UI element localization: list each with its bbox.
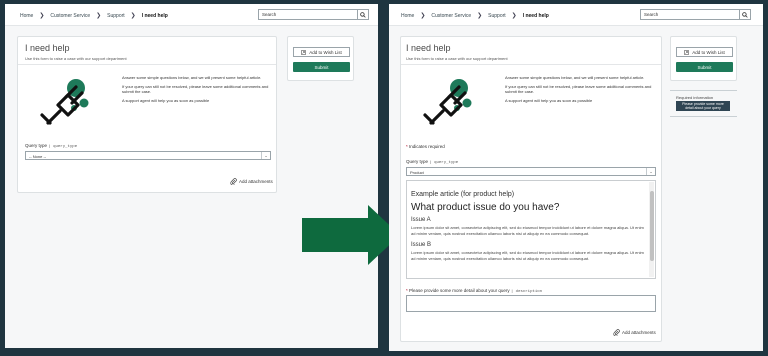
detail-label: * Please provide some more detail about … bbox=[406, 288, 542, 294]
intro-text: Answer some simple questions below, and … bbox=[505, 75, 657, 106]
article-scrollbar-thumb[interactable] bbox=[650, 191, 654, 261]
submit-button[interactable]: Submit bbox=[676, 62, 733, 72]
intro-paragraph: Answer some simple questions below, and … bbox=[122, 75, 262, 80]
breadcrumb-customer-service[interactable]: Customer Service bbox=[431, 13, 471, 19]
search-input[interactable]: Search bbox=[640, 9, 740, 20]
query-type-label: Query type | query_type bbox=[406, 159, 458, 165]
screen-after: Home ❯ Customer Service ❯ Support ❯ I ne… bbox=[389, 4, 763, 351]
page-subtitle: Use this form to raise a case with our s… bbox=[406, 56, 508, 61]
screen-before: Home ❯ Customer Service ❯ Support ❯ I ne… bbox=[5, 4, 378, 348]
add-to-wishlist-label: Add to Wish List bbox=[692, 49, 725, 55]
query-type-variable: | query_type bbox=[48, 145, 78, 149]
article-content: Example article (for product help) What … bbox=[411, 191, 645, 267]
chevron-right-icon: ❯ bbox=[96, 13, 102, 19]
breadcrumb-home[interactable]: Home bbox=[20, 13, 33, 19]
top-bar: Home ❯ Customer Service ❯ Support ❯ I ne… bbox=[5, 4, 378, 26]
required-note: * Indicates required bbox=[406, 144, 445, 149]
page-title: I need help bbox=[25, 43, 70, 53]
add-to-wishlist-label: Add to Wish List bbox=[309, 49, 342, 55]
sidebar-card: Add to Wish List Submit bbox=[287, 36, 354, 81]
breadcrumb: Home ❯ Customer Service ❯ Support ❯ I ne… bbox=[20, 12, 168, 20]
required-asterisk: * bbox=[406, 288, 408, 293]
chevron-right-icon: ❯ bbox=[511, 13, 517, 19]
required-info-title: Required information bbox=[676, 95, 714, 100]
search-icon bbox=[742, 11, 748, 18]
wishlist-icon bbox=[684, 49, 689, 55]
breadcrumb-home[interactable]: Home bbox=[401, 13, 414, 19]
chevron-down-icon: ⌄ bbox=[261, 152, 270, 159]
breadcrumb: Home ❯ Customer Service ❯ Support ❯ I ne… bbox=[401, 12, 549, 20]
detail-label-text: Please provide some more detail about yo… bbox=[409, 288, 510, 293]
search-button[interactable] bbox=[739, 9, 751, 20]
required-asterisk: * bbox=[406, 144, 408, 149]
intro-paragraph: Answer some simple questions below, and … bbox=[505, 75, 645, 80]
divider bbox=[18, 64, 276, 65]
breadcrumb-current: I need help bbox=[141, 12, 168, 19]
breadcrumb-support[interactable]: Support bbox=[488, 13, 506, 19]
intro-text: Answer some simple questions below, and … bbox=[122, 75, 272, 106]
breadcrumb-support[interactable]: Support bbox=[107, 13, 125, 19]
article-title: What product issue do you have? bbox=[411, 202, 560, 213]
paperclip-icon bbox=[613, 329, 620, 336]
add-attachments-link[interactable]: Add attachments bbox=[613, 329, 656, 336]
intro-paragraph: If your query can still not be resolved,… bbox=[122, 83, 269, 95]
chevron-right-icon: ❯ bbox=[39, 13, 45, 19]
add-attachments-label: Add attachments bbox=[239, 179, 273, 184]
add-attachments-link[interactable]: Add attachments bbox=[230, 178, 273, 185]
chevron-right-icon: ❯ bbox=[420, 13, 426, 19]
query-type-value: Product bbox=[410, 170, 424, 175]
detail-textarea[interactable] bbox=[406, 295, 656, 312]
query-type-value: -- None -- bbox=[29, 154, 47, 159]
query-type-variable-name: query_type bbox=[53, 145, 78, 149]
intro-paragraph: If your query can still not be resolved,… bbox=[505, 83, 652, 95]
page-subtitle: Use this form to raise a case with our s… bbox=[25, 56, 127, 61]
query-type-select[interactable]: Product ⌄ bbox=[406, 167, 656, 176]
plug-illustration bbox=[40, 79, 89, 125]
divider bbox=[670, 90, 737, 91]
form-card: I need help Use this form to raise a cas… bbox=[17, 36, 277, 193]
query-type-variable: | query_type bbox=[429, 161, 459, 165]
article-section-body: Lorem ipsum dolor sit amet, consectetur … bbox=[411, 225, 644, 236]
search-input[interactable]: Search bbox=[258, 9, 358, 20]
article-heading: Example article (for product help) bbox=[411, 191, 515, 198]
add-to-wishlist-button[interactable]: Add to Wish List bbox=[676, 47, 733, 57]
detail-variable: | description bbox=[510, 290, 543, 294]
search-button[interactable] bbox=[357, 9, 369, 20]
arrow-right-icon bbox=[302, 205, 400, 265]
chevron-right-icon: ❯ bbox=[477, 13, 483, 19]
plug-illustration bbox=[423, 79, 472, 125]
add-to-wishlist-button[interactable]: Add to Wish List bbox=[293, 47, 350, 57]
help-article: Example article (for product help) What … bbox=[406, 180, 656, 279]
query-type-label: Query type | query_type bbox=[25, 143, 77, 149]
query-type-variable-name: query_type bbox=[434, 161, 459, 165]
sidebar-card: Add to Wish List Submit bbox=[670, 36, 737, 81]
chevron-down-icon: ⌄ bbox=[646, 168, 655, 175]
breadcrumb-current: I need help bbox=[522, 12, 549, 19]
chevron-right-icon: ❯ bbox=[130, 13, 136, 19]
page-title: I need help bbox=[406, 43, 451, 53]
add-attachments-label: Add attachments bbox=[622, 330, 656, 335]
search-icon bbox=[360, 11, 366, 18]
intro-paragraph: A support agent will help you as soon as… bbox=[505, 97, 593, 103]
required-info-badge[interactable]: Please provide some more detail about yo… bbox=[676, 101, 730, 111]
paperclip-icon bbox=[230, 178, 237, 185]
form-card: I need help Use this form to raise a cas… bbox=[400, 36, 662, 342]
article-section-body: Lorem ipsum dolor sit amet, consectetur … bbox=[411, 250, 644, 261]
breadcrumb-customer-service[interactable]: Customer Service bbox=[50, 13, 90, 19]
query-type-select[interactable]: -- None -- ⌄ bbox=[25, 151, 271, 160]
wishlist-icon bbox=[301, 49, 306, 55]
divider bbox=[401, 64, 661, 65]
article-section-title: Issue A bbox=[411, 217, 431, 223]
required-note-text: Indicates required bbox=[409, 144, 445, 149]
intro-paragraph: A support agent will help you as soon as… bbox=[122, 97, 210, 103]
query-type-label-text: Query type bbox=[406, 159, 429, 164]
divider bbox=[670, 116, 737, 117]
detail-variable-name: description bbox=[515, 290, 543, 294]
top-bar: Home ❯ Customer Service ❯ Support ❯ I ne… bbox=[389, 4, 763, 26]
submit-button[interactable]: Submit bbox=[293, 62, 350, 72]
article-section-title: Issue B bbox=[411, 242, 432, 248]
query-type-label-text: Query type bbox=[25, 143, 48, 148]
